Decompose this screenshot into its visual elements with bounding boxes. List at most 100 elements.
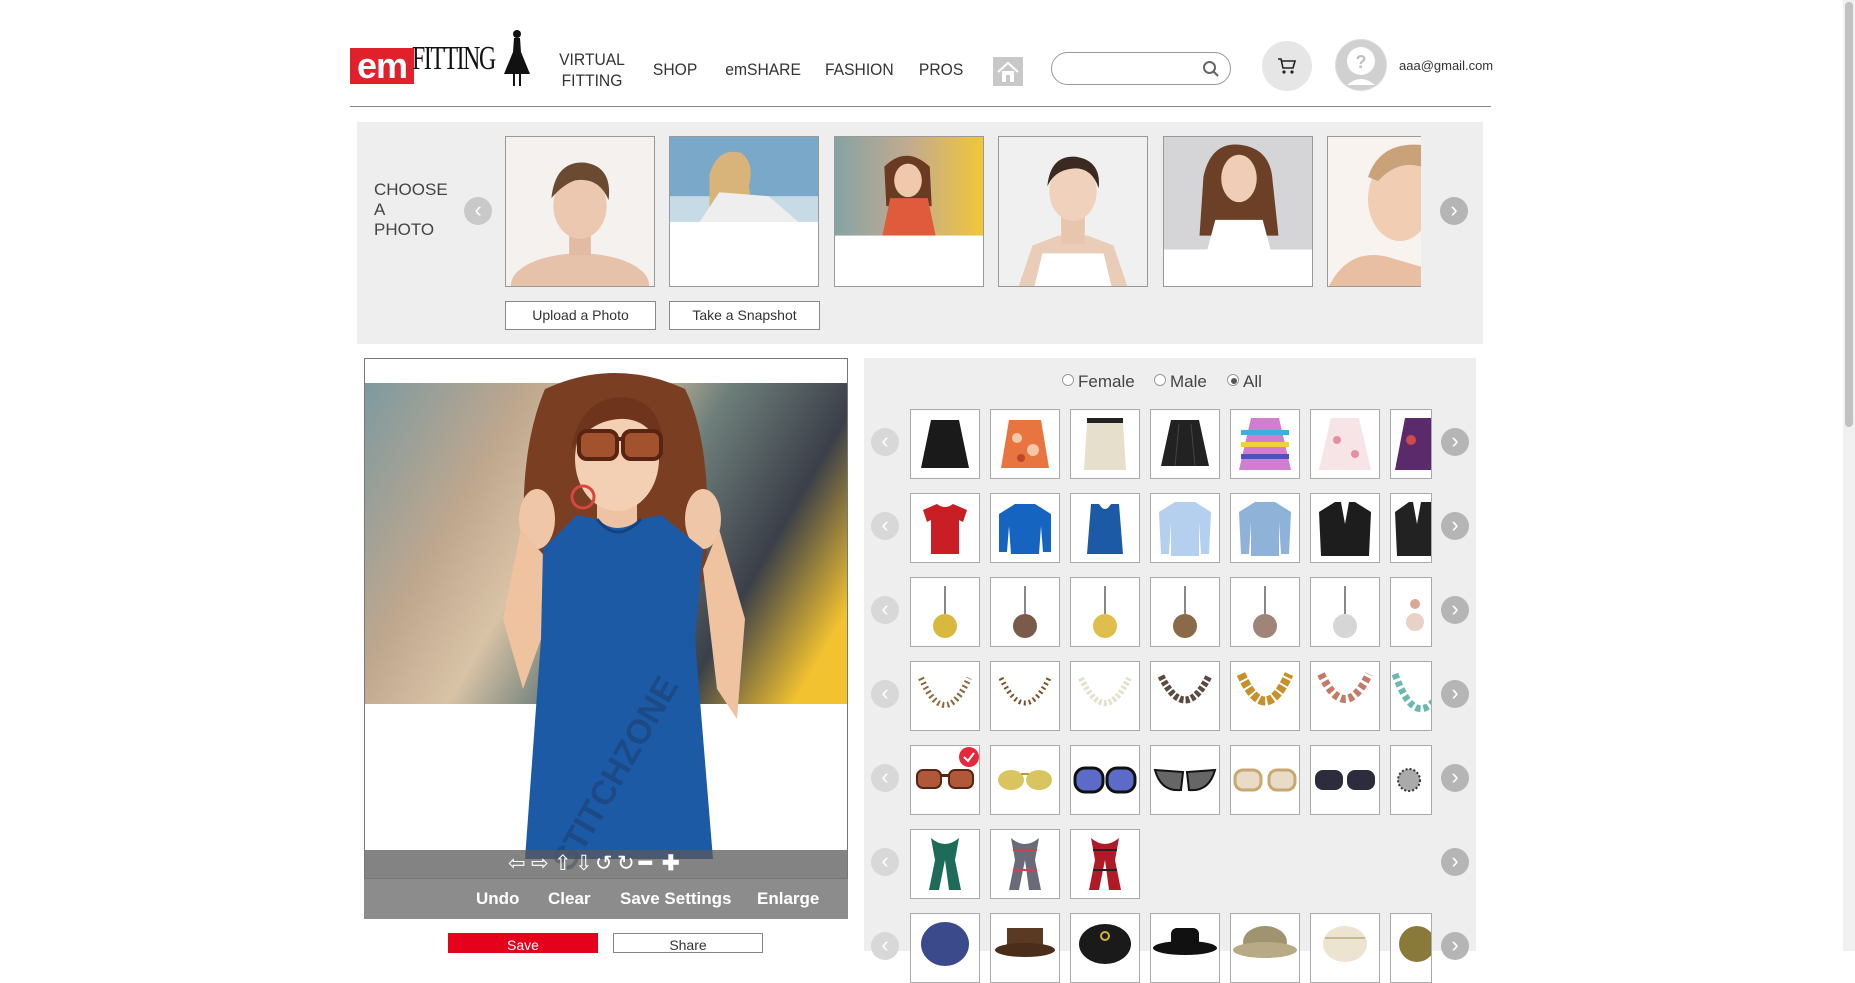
photos-prev-arrow[interactable]: ‹ [464,197,492,225]
scarf-item[interactable] [1070,829,1140,899]
sunglasses-item[interactable] [1230,745,1300,815]
scrollbar-thumb[interactable] [1845,2,1853,427]
skirt-item[interactable] [1070,409,1140,479]
enlarge-button[interactable]: Enlarge [757,889,819,909]
nav-emshare[interactable]: emSHARE [725,59,801,80]
nav-fashion[interactable]: FASHION [825,59,894,80]
sunglasses-item[interactable] [1150,745,1220,815]
necklace-item[interactable] [1390,661,1432,731]
user-avatar[interactable]: ? [1335,39,1387,91]
earrings-prev-arrow[interactable]: ‹ [871,596,899,624]
top-item[interactable] [1310,493,1380,563]
top-item[interactable] [1230,493,1300,563]
all-radio[interactable] [1227,374,1239,386]
necklace-item[interactable] [990,661,1060,731]
male-radio[interactable] [1154,374,1166,386]
nav-shop[interactable]: SHOP [653,59,697,80]
hat-item[interactable] [1150,913,1220,983]
skirts-prev-arrow[interactable]: ‹ [871,428,899,456]
photo-thumb-5[interactable] [1163,136,1313,287]
earring-item[interactable] [1390,577,1432,647]
hat-item[interactable] [910,913,980,983]
necklaces-prev-arrow[interactable]: ‹ [871,680,899,708]
save-button[interactable]: Save [448,933,598,953]
nav-virtual-fitting[interactable]: VIRTUAL FITTING [559,49,625,91]
hat-item[interactable] [1390,913,1432,983]
upload-photo-button[interactable]: Upload a Photo [505,301,656,330]
save-settings-button[interactable]: Save Settings [620,889,732,909]
sunglasses-next-arrow[interactable]: › [1441,764,1469,792]
earring-item[interactable] [910,577,980,647]
skirt-item[interactable] [1390,409,1432,479]
filter-female[interactable]: Female [1062,372,1135,392]
move-down-icon[interactable]: ⇩ [575,853,593,875]
tops-next-arrow[interactable]: › [1441,512,1469,540]
zoom-in-icon[interactable]: ✚ [662,853,680,875]
top-item[interactable] [1390,493,1432,563]
top-item[interactable] [1070,493,1140,563]
tops-prev-arrow[interactable]: ‹ [871,512,899,540]
sunglasses-item[interactable] [990,745,1060,815]
search-box[interactable] [1051,52,1231,85]
earring-item[interactable] [1310,577,1380,647]
page-scrollbar[interactable] [1843,0,1855,951]
zoom-out-icon[interactable]: ━ [639,853,652,875]
move-left-icon[interactable]: ⇦ [508,853,526,875]
earring-item[interactable] [1150,577,1220,647]
user-email[interactable]: aaa@gmail.com [1399,58,1493,73]
necklace-item[interactable] [1070,661,1140,731]
sunglasses-item[interactable] [1070,745,1140,815]
scarf-item[interactable] [990,829,1060,899]
search-input[interactable] [1064,59,1194,79]
hat-item[interactable] [1310,913,1380,983]
filter-all[interactable]: All [1227,372,1262,392]
photos-next-arrow[interactable]: › [1440,197,1468,225]
take-snapshot-button[interactable]: Take a Snapshot [669,301,820,330]
earring-item[interactable] [1230,577,1300,647]
necklace-item[interactable] [1230,661,1300,731]
hat-item[interactable] [1230,913,1300,983]
filter-male[interactable]: Male [1154,372,1207,392]
sunglasses-item-selected[interactable] [910,745,980,815]
rotate-right-icon[interactable]: ↻ [617,853,635,875]
search-icon[interactable] [1202,60,1220,78]
skirt-item[interactable] [1310,409,1380,479]
hat-item[interactable] [990,913,1060,983]
move-up-icon[interactable]: ⇧ [554,853,572,875]
sunglasses-item[interactable] [1390,745,1432,815]
emfitting-logo[interactable]: em FITTING [350,28,532,88]
necklace-item[interactable] [910,661,980,731]
home-button[interactable] [993,57,1023,86]
top-item[interactable] [990,493,1060,563]
skirt-item[interactable] [990,409,1060,479]
top-item[interactable] [1150,493,1220,563]
sunglasses-prev-arrow[interactable]: ‹ [871,764,899,792]
nav-pros[interactable]: PROS [919,59,963,80]
photo-thumb-6[interactable] [1327,136,1421,287]
hat-item[interactable] [1070,913,1140,983]
rotate-left-icon[interactable]: ↺ [595,853,613,875]
clear-button[interactable]: Clear [548,889,591,909]
scarf-item[interactable] [910,829,980,899]
skirt-item[interactable] [910,409,980,479]
move-right-icon[interactable]: ⇨ [531,853,549,875]
hats-next-arrow[interactable]: › [1441,932,1469,960]
share-button[interactable]: Share [613,933,763,953]
female-radio[interactable] [1062,374,1074,386]
top-item[interactable] [910,493,980,563]
scarves-next-arrow[interactable]: › [1441,848,1469,876]
skirts-next-arrow[interactable]: › [1441,428,1469,456]
scarves-prev-arrow[interactable]: ‹ [871,848,899,876]
earring-item[interactable] [990,577,1060,647]
fitting-canvas[interactable]: STITCHZONE ⇦ ⇨ ⇧ ⇩ ↺ ↻ ━ ✚ [364,358,848,879]
earring-item[interactable] [1070,577,1140,647]
necklaces-next-arrow[interactable]: › [1441,680,1469,708]
hats-prev-arrow[interactable]: ‹ [871,932,899,960]
photo-thumb-1[interactable] [505,136,655,287]
earrings-next-arrow[interactable]: › [1441,596,1469,624]
skirt-item[interactable] [1230,409,1300,479]
necklace-item[interactable] [1150,661,1220,731]
sunglasses-item[interactable] [1310,745,1380,815]
cart-button[interactable] [1262,41,1312,91]
skirt-item[interactable] [1150,409,1220,479]
